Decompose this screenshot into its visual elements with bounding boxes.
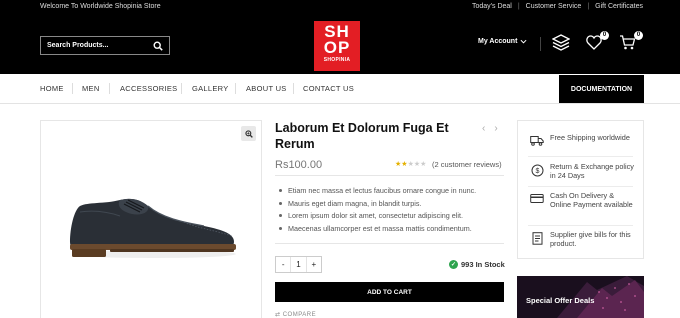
offer-title: Special Offer Deals xyxy=(526,296,595,305)
product-price: Rs100.00 xyxy=(275,159,323,171)
compare-icon: ⇄ xyxy=(275,312,281,318)
search-placeholder: Search Products... xyxy=(47,42,109,49)
product-pager: ‹ › xyxy=(482,123,498,134)
top-bar: Welcome To Worldwide Shopinia Store Toda… xyxy=(0,0,680,16)
chevron-down-icon xyxy=(520,39,527,44)
nav-item-home[interactable]: HOME xyxy=(40,84,64,93)
qty-plus-button[interactable]: + xyxy=(307,257,321,272)
nav-item-accessories[interactable]: ACCESSORIES xyxy=(120,84,177,93)
list-item: Lorem ipsum dolor sit amet, consectetur … xyxy=(275,210,515,223)
product-features-list: Etiam nec massa et lectus faucibus ornar… xyxy=(275,184,515,235)
card-icon xyxy=(530,194,544,203)
search-input[interactable]: Search Products... xyxy=(40,36,170,55)
feature-item: $ Return & Exchange policy in 24 Days xyxy=(518,162,643,181)
list-item: Maecenas ullamcorper est et massa mattis… xyxy=(275,222,515,235)
wishlist-count-badge: 0 xyxy=(600,31,609,40)
divider: | xyxy=(587,3,590,10)
todays-deal-link[interactable]: Today's Deal xyxy=(472,3,512,10)
account-menu[interactable]: My Account xyxy=(478,38,527,45)
divider xyxy=(275,175,504,176)
documentation-button[interactable]: DOCUMENTATION xyxy=(559,75,644,103)
list-item: Mauris eget diam magna, in blandit turpi… xyxy=(275,197,515,210)
stock-text: 993 In Stock xyxy=(461,260,505,269)
quantity-stepper: - 1 + xyxy=(275,256,322,273)
rating-stars: ★★★★★ xyxy=(395,160,426,168)
divider xyxy=(540,37,541,51)
search-icon[interactable] xyxy=(153,40,163,51)
add-to-cart-button[interactable]: ADD TO CART xyxy=(275,282,504,302)
qty-input[interactable]: 1 xyxy=(290,257,307,272)
gift-certificates-link[interactable]: Gift Certificates xyxy=(595,3,643,10)
chevron-left-icon[interactable]: ‹ xyxy=(482,123,485,134)
bill-icon xyxy=(532,232,542,245)
divider xyxy=(275,243,504,244)
reviews-link[interactable]: (2 customer reviews) xyxy=(432,160,502,169)
stock-status: ✓ 993 In Stock xyxy=(449,260,505,269)
features-box: Free Shipping worldwide $ Return & Excha… xyxy=(517,120,644,259)
qty-minus-button[interactable]: - xyxy=(276,257,290,272)
special-offer-banner[interactable]: Special Offer Deals xyxy=(517,276,644,318)
feature-item: Free Shipping worldwide xyxy=(518,133,643,146)
chevron-right-icon[interactable]: › xyxy=(494,123,497,134)
truck-icon xyxy=(530,136,544,146)
svg-text:$: $ xyxy=(535,168,539,175)
divider: | xyxy=(517,3,520,10)
divider xyxy=(72,83,73,94)
nav-item-gallery[interactable]: GALLERY xyxy=(192,84,229,93)
list-item: Etiam nec massa et lectus faucibus ornar… xyxy=(275,184,515,197)
nav-item-about-us[interactable]: ABOUT US xyxy=(246,84,287,93)
nav-item-contact-us[interactable]: CONTACT US xyxy=(303,84,354,93)
customer-service-link[interactable]: Customer Service xyxy=(526,3,582,10)
divider xyxy=(235,83,236,94)
divider xyxy=(109,83,110,94)
cart-count-badge: 0 xyxy=(634,31,643,40)
site-logo[interactable]: SH OP SHOPINIA xyxy=(314,21,360,71)
zoom-icon xyxy=(244,129,253,138)
nav-item-men[interactable]: MEN xyxy=(82,84,100,93)
exchange-icon: $ xyxy=(531,164,543,177)
divider xyxy=(181,83,182,94)
zoom-button[interactable] xyxy=(241,126,256,141)
layers-icon[interactable] xyxy=(552,34,570,51)
compare-link[interactable]: ⇄ COMPARE xyxy=(275,311,316,318)
product-image-shoe[interactable] xyxy=(64,192,238,262)
check-icon: ✓ xyxy=(449,260,458,269)
divider xyxy=(528,186,633,187)
welcome-text: Welcome To Worldwide Shopinia Store xyxy=(40,3,161,10)
product-title: Laborum Et Dolorum Fuga Et Rerum xyxy=(275,121,449,151)
top-links: Today's Deal | Customer Service | Gift C… xyxy=(472,3,643,10)
star-empty-icon: ★ xyxy=(420,161,427,168)
feature-item: Supplier give bills for this product. xyxy=(518,230,643,249)
divider xyxy=(293,83,294,94)
divider xyxy=(528,225,633,226)
feature-item: Cash On Delivery & Online Payment availa… xyxy=(518,191,643,210)
divider xyxy=(528,156,633,157)
account-label: My Account xyxy=(478,38,518,45)
